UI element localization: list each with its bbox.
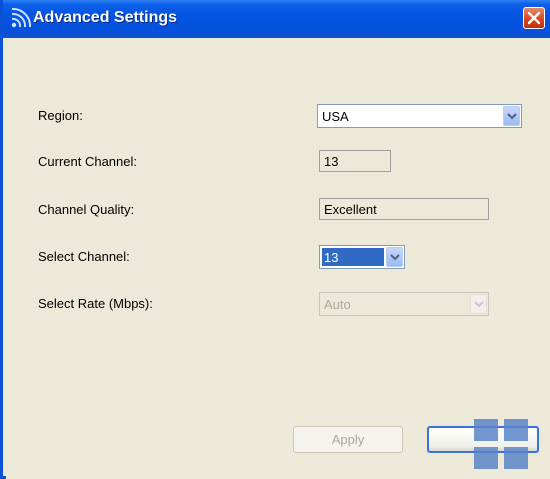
current-channel-field: 13	[319, 150, 391, 172]
apply-button[interactable]: Apply	[293, 426, 403, 453]
select-channel-dropdown-button[interactable]	[386, 247, 403, 267]
title-bar[interactable]: Advanced Settings	[3, 0, 550, 38]
close-icon	[527, 11, 541, 25]
chevron-down-icon	[474, 301, 484, 308]
current-channel-label: Current Channel:	[38, 154, 137, 169]
advanced-settings-window: Advanced Settings Region: USA Current Ch…	[0, 0, 550, 479]
select-rate-value: Auto	[324, 297, 351, 312]
select-channel-value: 13	[324, 250, 339, 265]
region-value: USA	[322, 109, 349, 124]
select-rate-dropdown-button[interactable]	[470, 294, 487, 314]
watermark-logo	[474, 419, 528, 469]
wireless-signal-icon	[9, 7, 32, 30]
region-label: Region:	[38, 108, 83, 123]
channel-quality-label: Channel Quality:	[38, 202, 135, 217]
window-title: Advanced Settings	[33, 9, 178, 26]
select-rate-select[interactable]: Auto	[319, 292, 489, 316]
select-rate-label: Select Rate (Mbps):	[38, 296, 153, 311]
select-channel-select[interactable]: 13	[319, 245, 405, 269]
current-channel-value: 13	[324, 154, 339, 169]
close-button[interactable]	[523, 7, 545, 29]
chevron-down-icon	[507, 113, 517, 120]
channel-quality-field: Excellent	[319, 198, 489, 220]
select-channel-highlight: 13	[322, 248, 384, 266]
chevron-down-icon	[390, 254, 400, 261]
region-dropdown-button[interactable]	[503, 106, 520, 126]
channel-quality-value: Excellent	[324, 202, 377, 217]
region-select[interactable]: USA	[317, 104, 522, 128]
select-channel-label: Select Channel:	[38, 249, 130, 264]
